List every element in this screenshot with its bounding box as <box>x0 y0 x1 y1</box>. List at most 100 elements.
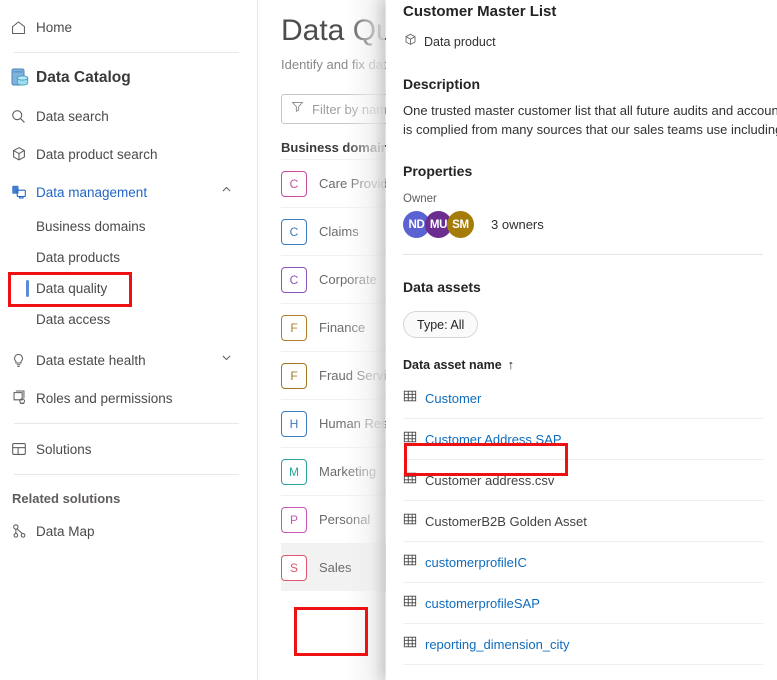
page-subtitle: Identify and fix data quality issues <box>281 57 394 72</box>
filter-icon <box>291 100 304 118</box>
data-asset-row[interactable]: Customer <box>403 378 763 419</box>
domain-initial-badge: P <box>281 506 307 533</box>
data-product-detail-panel: Customer Master List Data product Descri… <box>386 0 777 680</box>
chevron-up-icon[interactable] <box>220 183 233 201</box>
data-asset-name-column-label: Data asset name <box>403 357 502 372</box>
data-asset-name[interactable]: customerprofileSAP <box>425 596 540 611</box>
sidebar-item-data-management[interactable]: Data management <box>0 173 257 211</box>
data-asset-name[interactable]: Customer Address SAP <box>425 432 562 447</box>
domain-name: Human Resources <box>319 416 394 431</box>
data-asset-name: Customer address.csv <box>425 472 555 488</box>
sidebar-item-data-map[interactable]: Data Map <box>0 512 257 550</box>
domain-initial-badge: C <box>281 266 307 293</box>
type-filter-chip[interactable]: Type: All <box>403 311 479 338</box>
sidebar-item-home[interactable]: Home <box>0 8 257 46</box>
data-product-icon <box>10 145 36 163</box>
sidebar-group-related-solutions: Related solutions <box>12 491 121 506</box>
business-domain-row[interactable]: C Corporate <box>281 255 394 303</box>
business-domain-row[interactable]: F Fraud Services <box>281 351 394 399</box>
sidebar-item-data-products-label: Data products <box>36 250 121 265</box>
domain-name: Care Provider <box>319 176 394 191</box>
domain-name: Claims <box>319 224 359 239</box>
sidebar-item-data-product-search[interactable]: Data product search <box>0 135 257 173</box>
data-assets-list: Customer Customer Address SAP Customer add… <box>403 378 763 665</box>
data-asset-row[interactable]: customerprofileIC <box>403 542 763 583</box>
sidebar-divider-2 <box>14 423 239 424</box>
sidebar-item-data-quality[interactable]: Data quality <box>0 273 257 304</box>
lightbulb-icon <box>10 352 36 369</box>
table-grid-icon <box>403 635 417 654</box>
sidebar-brand[interactable]: Data Catalog <box>0 59 257 97</box>
sidebar-item-roles-and-permissions[interactable]: Roles and permissions <box>0 379 257 417</box>
table-grid-icon <box>403 512 417 531</box>
roles-icon <box>10 389 36 407</box>
business-domain-row[interactable]: H Human Resources <box>281 399 394 447</box>
data-catalog-icon <box>10 67 36 89</box>
sidebar-divider-1 <box>14 52 239 53</box>
table-grid-icon <box>403 430 417 449</box>
data-asset-name[interactable]: customerprofileIC <box>425 555 527 570</box>
owner-avatars[interactable]: ND MU SM <box>403 211 474 238</box>
data-asset-row[interactable]: Customer Address SAP <box>403 419 763 460</box>
sidebar-item-data-estate-health-label: Data estate health <box>36 352 146 368</box>
data-assets-header: Data assets <box>403 279 481 295</box>
sidebar-item-solutions-label: Solutions <box>36 441 92 457</box>
business-domain-row[interactable]: M Marketing <box>281 447 394 495</box>
filter-by-name-input[interactable]: Filter by name <box>281 94 394 124</box>
domain-name: Sales <box>319 560 352 575</box>
chevron-down-icon[interactable] <box>220 351 233 369</box>
properties-header: Properties <box>403 163 473 179</box>
sidebar-item-roles-and-permissions-label: Roles and permissions <box>36 390 173 406</box>
sidebar: Home Data Catalog Data search Data produ… <box>0 0 258 680</box>
data-asset-name: CustomerB2B Golden Asset <box>425 513 587 529</box>
panel-kind-row: Data product <box>403 32 763 52</box>
business-domain-row[interactable]: S Sales <box>281 543 394 591</box>
table-grid-icon <box>403 594 417 613</box>
data-asset-row[interactable]: Customer address.csv <box>403 460 763 501</box>
business-domain-row[interactable]: P Personal <box>281 495 394 543</box>
data-asset-name[interactable]: Customer <box>425 391 481 406</box>
description-line-2: is complied from many sources that our s… <box>403 122 777 137</box>
domain-initial-badge: H <box>281 410 307 437</box>
app-root: Home Data Catalog Data search Data produ… <box>0 0 777 680</box>
table-grid-icon <box>403 553 417 572</box>
sidebar-item-data-products[interactable]: Data products <box>0 242 257 273</box>
domain-initial-badge: F <box>281 314 307 341</box>
sidebar-brand-label: Data Catalog <box>36 69 131 86</box>
data-asset-name-column-header[interactable]: Data asset name ↑ <box>403 357 763 372</box>
business-domains-list: C Care Provider C Claims C Corporate F Finance F… <box>281 159 394 591</box>
sidebar-item-data-map-label: Data Map <box>36 523 95 539</box>
sidebar-item-data-access[interactable]: Data access <box>0 304 257 335</box>
panel-title: Customer Master List <box>403 3 557 20</box>
sidebar-item-home-label: Home <box>36 19 73 35</box>
description-header: Description <box>403 76 481 92</box>
business-domain-row[interactable]: C Claims <box>281 207 394 255</box>
solutions-icon <box>10 440 36 458</box>
data-asset-row[interactable]: CustomerB2B Golden Asset <box>403 501 763 542</box>
sidebar-item-data-product-search-label: Data product search <box>36 146 158 162</box>
data-asset-row[interactable]: customerprofileSAP <box>403 583 763 624</box>
domain-initial-badge: S <box>281 554 307 581</box>
search-icon <box>10 108 36 125</box>
data-asset-name[interactable]: reporting_dimension_city <box>425 637 570 652</box>
sidebar-item-business-domains-label: Business domains <box>36 219 146 234</box>
sidebar-item-business-domains[interactable]: Business domains <box>0 211 257 242</box>
data-asset-row[interactable]: reporting_dimension_city <box>403 624 763 665</box>
table-grid-icon <box>403 471 417 490</box>
data-map-icon <box>10 522 36 540</box>
sidebar-item-data-management-label: Data management <box>36 184 148 200</box>
panel-divider <box>403 254 763 255</box>
sidebar-item-data-quality-label: Data quality <box>36 281 108 296</box>
business-domain-row[interactable]: C Care Provider <box>281 159 394 207</box>
domain-name: Corporate <box>319 272 377 287</box>
avatar[interactable]: SM <box>447 211 474 238</box>
domain-initial-badge: M <box>281 458 307 485</box>
filter-placeholder: Filter by name <box>312 101 394 117</box>
business-domain-row[interactable]: F Finance <box>281 303 394 351</box>
panel-kind-label: Data product <box>424 35 496 49</box>
sidebar-item-data-search[interactable]: Data search <box>0 97 257 135</box>
data-product-icon <box>403 32 418 52</box>
sidebar-item-data-estate-health[interactable]: Data estate health <box>0 341 257 379</box>
sidebar-item-solutions[interactable]: Solutions <box>0 430 257 468</box>
domain-name: Finance <box>319 320 366 335</box>
